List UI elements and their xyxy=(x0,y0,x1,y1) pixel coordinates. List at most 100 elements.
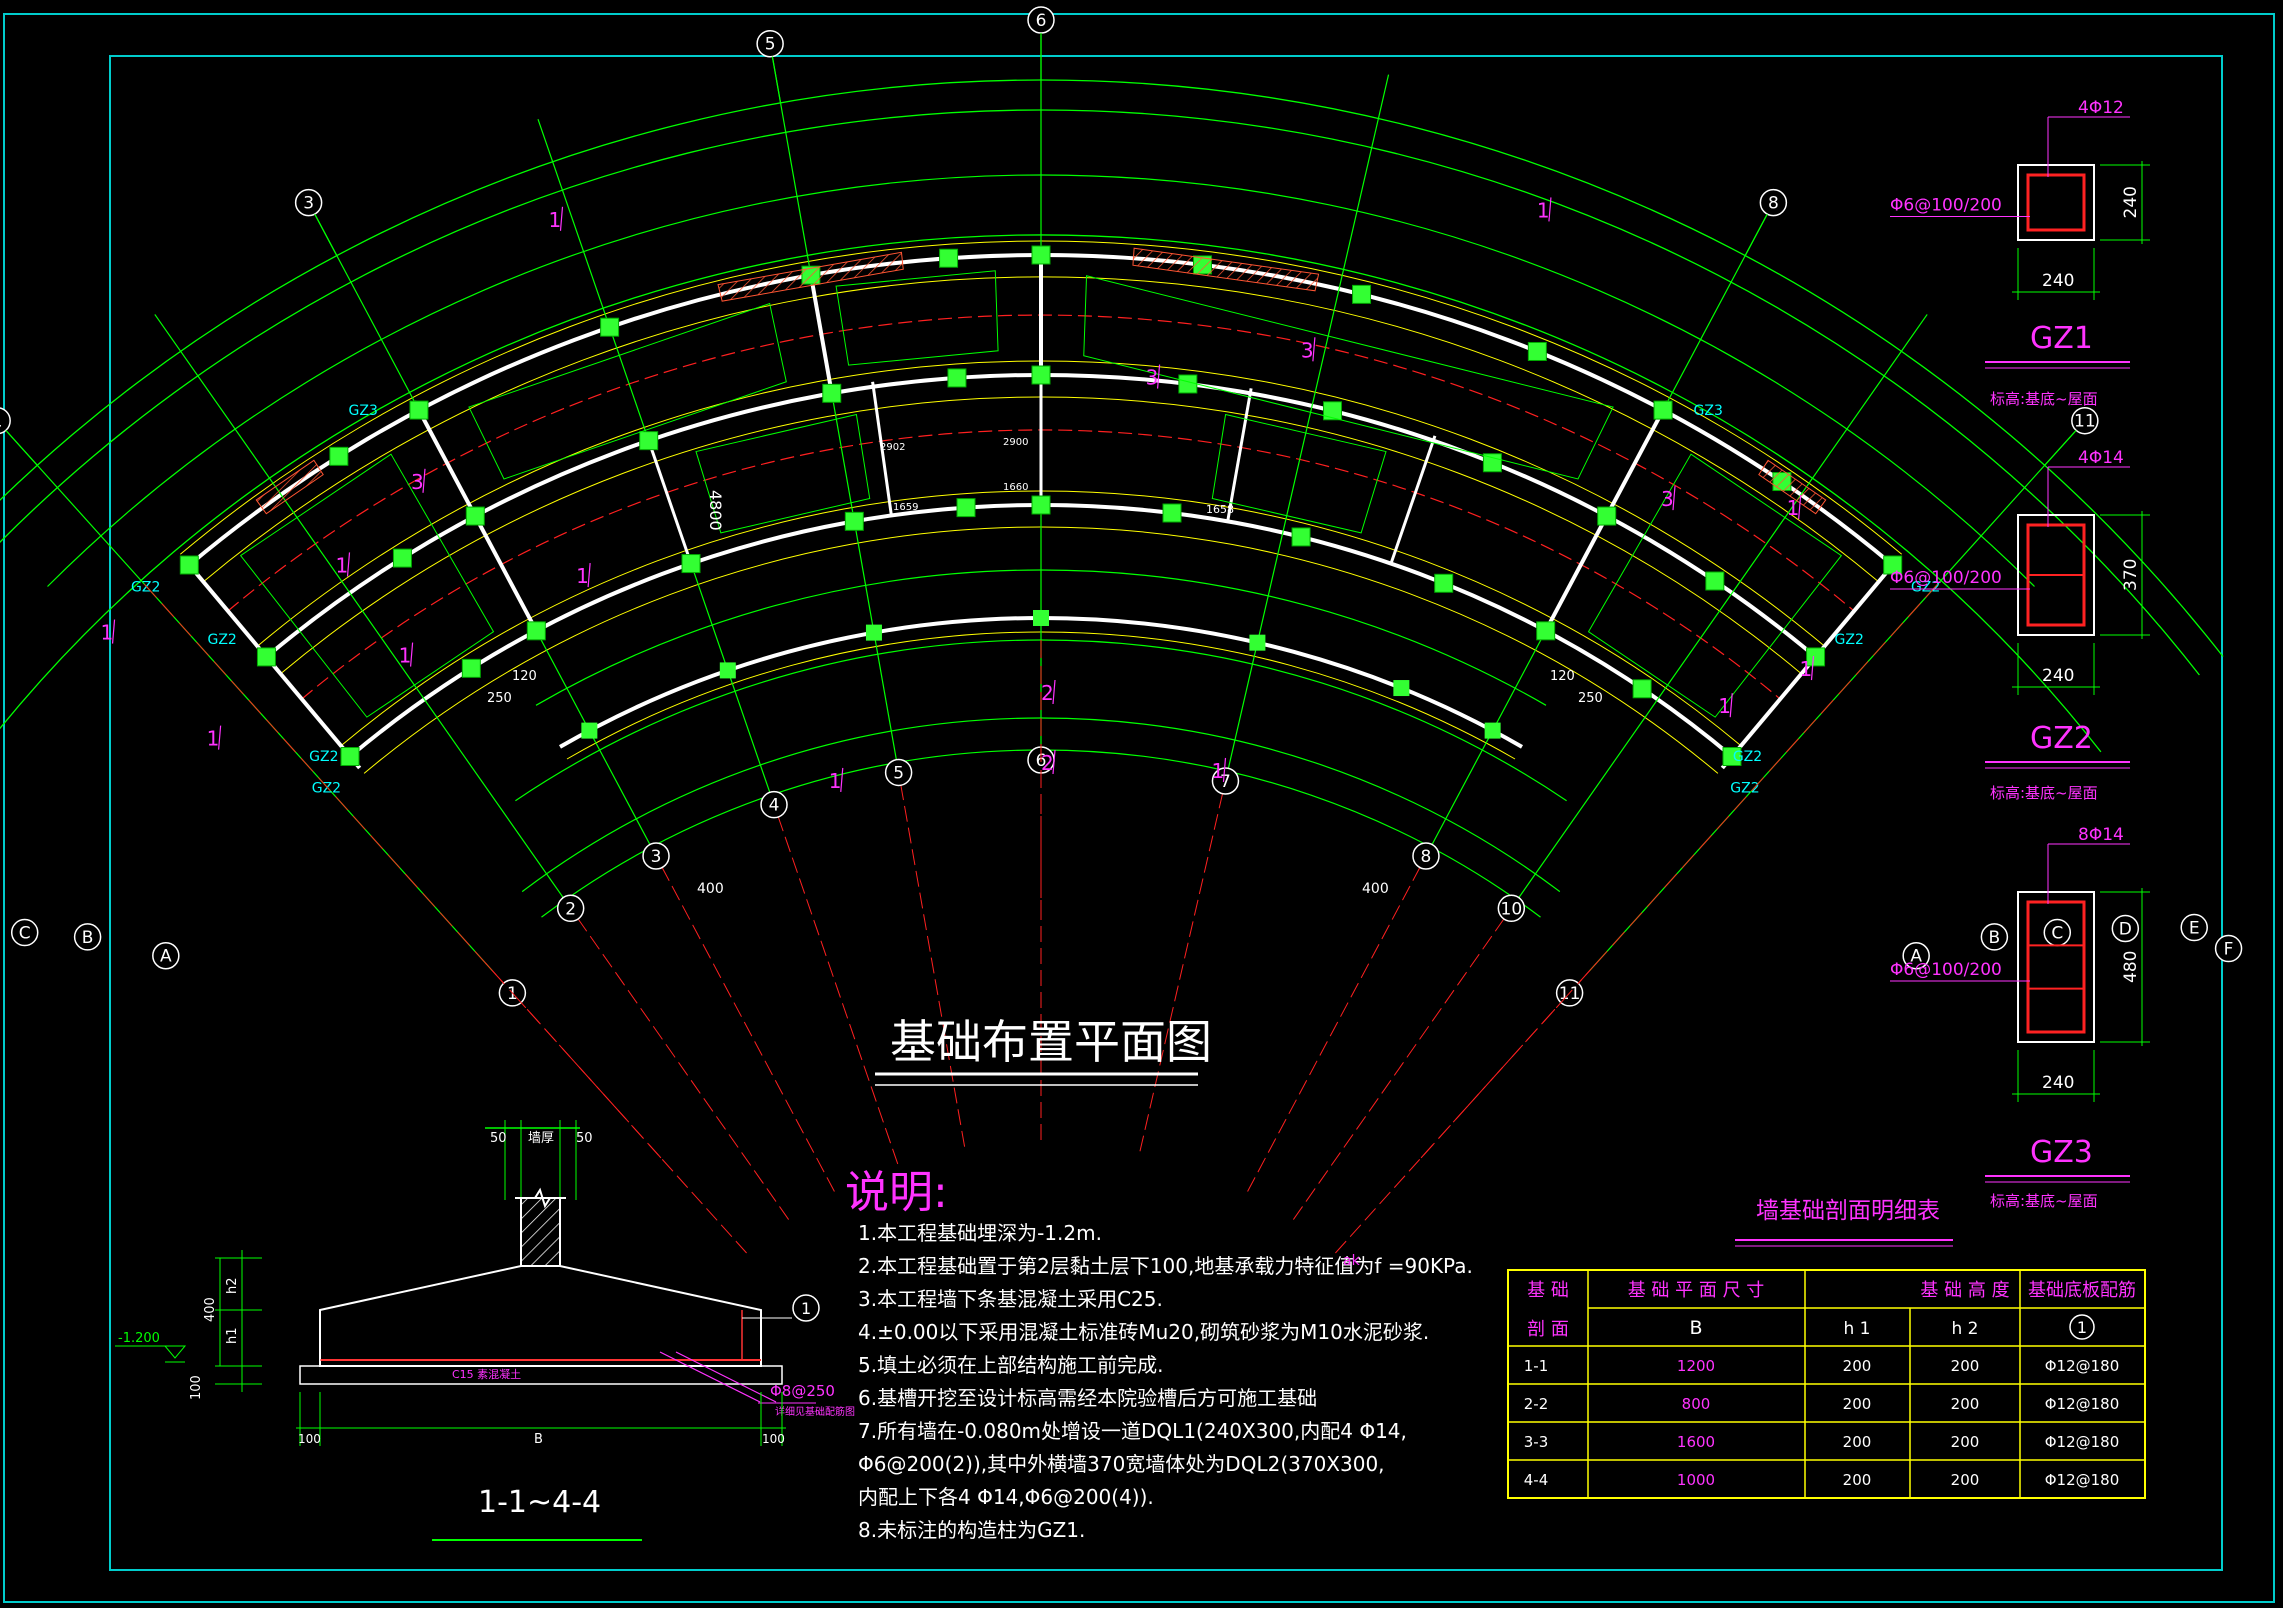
note-line: 内配上下各4 Φ14,Φ6@200(4)). xyxy=(858,1485,1154,1509)
rebar-label: Φ8@250 xyxy=(770,1382,835,1400)
gz-elevation: 标高:基底~屋面 xyxy=(1990,390,2098,408)
column-gz xyxy=(1162,503,1182,523)
column-gz xyxy=(939,248,959,268)
axis-bubble-1-label: 1 xyxy=(0,412,3,432)
column-gz xyxy=(1484,722,1501,739)
gz-name: GZ3 xyxy=(2030,1135,2093,1170)
th-height: 基 础 高 度 xyxy=(1920,1280,2009,1301)
section-mark: 1 xyxy=(576,564,589,588)
note-line: 2.本工程基础置于第2层黏土层下100,地基承载力特征值为f =90KPa. xyxy=(858,1254,1473,1278)
td-h1: 200 xyxy=(1843,1433,1872,1451)
note-line: 8.未标注的构造柱为GZ1. xyxy=(858,1518,1085,1542)
dim-d1658: 1658 xyxy=(1206,503,1234,516)
dim-d120l: 120 xyxy=(512,669,537,684)
td-b: 1200 xyxy=(1677,1357,1715,1375)
table-title: 墙基础剖面明细表 xyxy=(1756,1198,1940,1224)
dim-d250r: 250 xyxy=(1578,691,1603,706)
gz-name: GZ2 xyxy=(2030,721,2093,756)
td-b: 1600 xyxy=(1677,1433,1715,1451)
note-line: Φ6@200(2)),其中外横墙370宽墙体处为DQL2(370X300, xyxy=(858,1452,1385,1476)
td-h1: 200 xyxy=(1843,1395,1872,1413)
dim-d4800: 4800 xyxy=(706,490,725,531)
column-gz xyxy=(719,662,736,679)
axis-bubble-right-B-label: B xyxy=(1989,928,2001,948)
column-tag: GZ2 xyxy=(207,632,236,648)
note-line: 5.填土必须在上部结构施工前完成. xyxy=(858,1353,1163,1377)
dim-d1660: 1660 xyxy=(1003,482,1028,493)
td-h2: 200 xyxy=(1951,1357,1980,1375)
column-gz xyxy=(1705,571,1725,591)
dim-b: B xyxy=(534,1432,543,1447)
section-mark: 1 xyxy=(829,769,842,793)
td-section: 4-4 xyxy=(1524,1471,1549,1489)
column-gz xyxy=(1031,245,1051,265)
dim-b-right: 100 xyxy=(762,1432,785,1446)
column-gz xyxy=(1031,495,1051,515)
axis-bubble-11-label: 11 xyxy=(2074,412,2096,432)
gz-main-rebar: 4Φ14 xyxy=(2078,448,2124,468)
section-mark: 3 xyxy=(1301,338,1314,362)
dim-b-left: 100 xyxy=(298,1432,321,1446)
gz-stirrup-label: Φ6@100/200 xyxy=(1890,568,2002,588)
section-mark: 1 xyxy=(207,727,220,751)
column-gz xyxy=(1527,341,1547,361)
axis-bubble-3-label: 3 xyxy=(303,194,314,214)
column-gz xyxy=(1536,621,1556,641)
gz-main-rebar: 4Φ12 xyxy=(2078,98,2124,118)
gz-width: 240 xyxy=(2042,1073,2074,1093)
axis-bubble-5-label: 5 xyxy=(765,35,776,55)
axis-bubble-bottom-10-label: 10 xyxy=(1501,899,1523,919)
axis-bubble-right-E-label: E xyxy=(2189,919,2200,939)
section-mark: 3 xyxy=(1661,487,1674,511)
column-gz xyxy=(947,368,967,388)
gz-height: 240 xyxy=(2121,186,2141,218)
th-section-2: 剖 面 xyxy=(1527,1319,1569,1340)
gz-height: 370 xyxy=(2121,559,2141,591)
axis-bubble-bottom-5-label: 5 xyxy=(893,763,904,783)
th-h1: h 1 xyxy=(1844,1319,1871,1339)
column-tag: GZ2 xyxy=(1835,632,1864,648)
column-gz xyxy=(865,624,882,641)
gz-stirrup-label: Φ6@100/200 xyxy=(1890,196,2002,216)
dim-h2: h2 xyxy=(225,1277,240,1294)
gz-elevation: 标高:基底~屋面 xyxy=(1990,784,2098,802)
th-rebar: 基础底板配筋 xyxy=(2028,1280,2136,1301)
axis-bubble-bottom-2-label: 2 xyxy=(565,899,576,919)
td-section: 3-3 xyxy=(1524,1433,1549,1451)
c15-label: C15 素混凝土 xyxy=(452,1367,521,1381)
column-gz xyxy=(1323,401,1343,421)
dim-d2902: 2902 xyxy=(880,442,905,453)
column-gz xyxy=(461,658,481,678)
axis-bubble-right-C-label: C xyxy=(2051,924,2063,944)
td-rebar: Φ12@180 xyxy=(2045,1357,2120,1375)
section-mark: 1 xyxy=(101,621,114,645)
th-h2: h 2 xyxy=(1952,1319,1979,1339)
axis-bubble-bottom-3-label: 3 xyxy=(651,847,662,867)
td-section: 2-2 xyxy=(1524,1395,1549,1413)
dim-d120r: 120 xyxy=(1550,669,1575,684)
axis-bubble-bottom-8-label: 8 xyxy=(1421,847,1432,867)
column-gz xyxy=(844,511,864,531)
plan-title: 基础布置平面图 xyxy=(890,1015,1212,1069)
axis-bubble-left-C-label: C xyxy=(19,924,31,944)
note-line: 1.本工程基础埋深为-1.2m. xyxy=(858,1221,1102,1245)
column-gz xyxy=(392,548,412,568)
section-mark: 1 xyxy=(336,553,349,577)
dim-50-right: 50 xyxy=(576,1131,593,1146)
td-section: 1-1 xyxy=(1524,1357,1549,1375)
dim-d400r: 400 xyxy=(1362,881,1389,897)
column-gz xyxy=(1291,527,1311,547)
th-b: B xyxy=(1689,1317,1702,1339)
td-b: 1000 xyxy=(1677,1471,1715,1489)
section-mark: 1 xyxy=(1211,759,1224,783)
column-gz xyxy=(409,400,429,420)
section-mark: 1 xyxy=(548,208,561,232)
axis-bubble-bottom-4-label: 4 xyxy=(769,796,780,816)
td-h1: 200 xyxy=(1843,1471,1872,1489)
column-gz xyxy=(681,554,701,574)
note-line: 4.±0.00以下采用混凝土标准砖Mu20,砌筑砂浆为M10水泥砂浆. xyxy=(858,1320,1429,1344)
column-gz xyxy=(1632,679,1652,699)
dim-50-left: 50 xyxy=(490,1131,507,1146)
gz-width: 240 xyxy=(2042,271,2074,291)
column-tag: GZ3 xyxy=(349,403,378,419)
